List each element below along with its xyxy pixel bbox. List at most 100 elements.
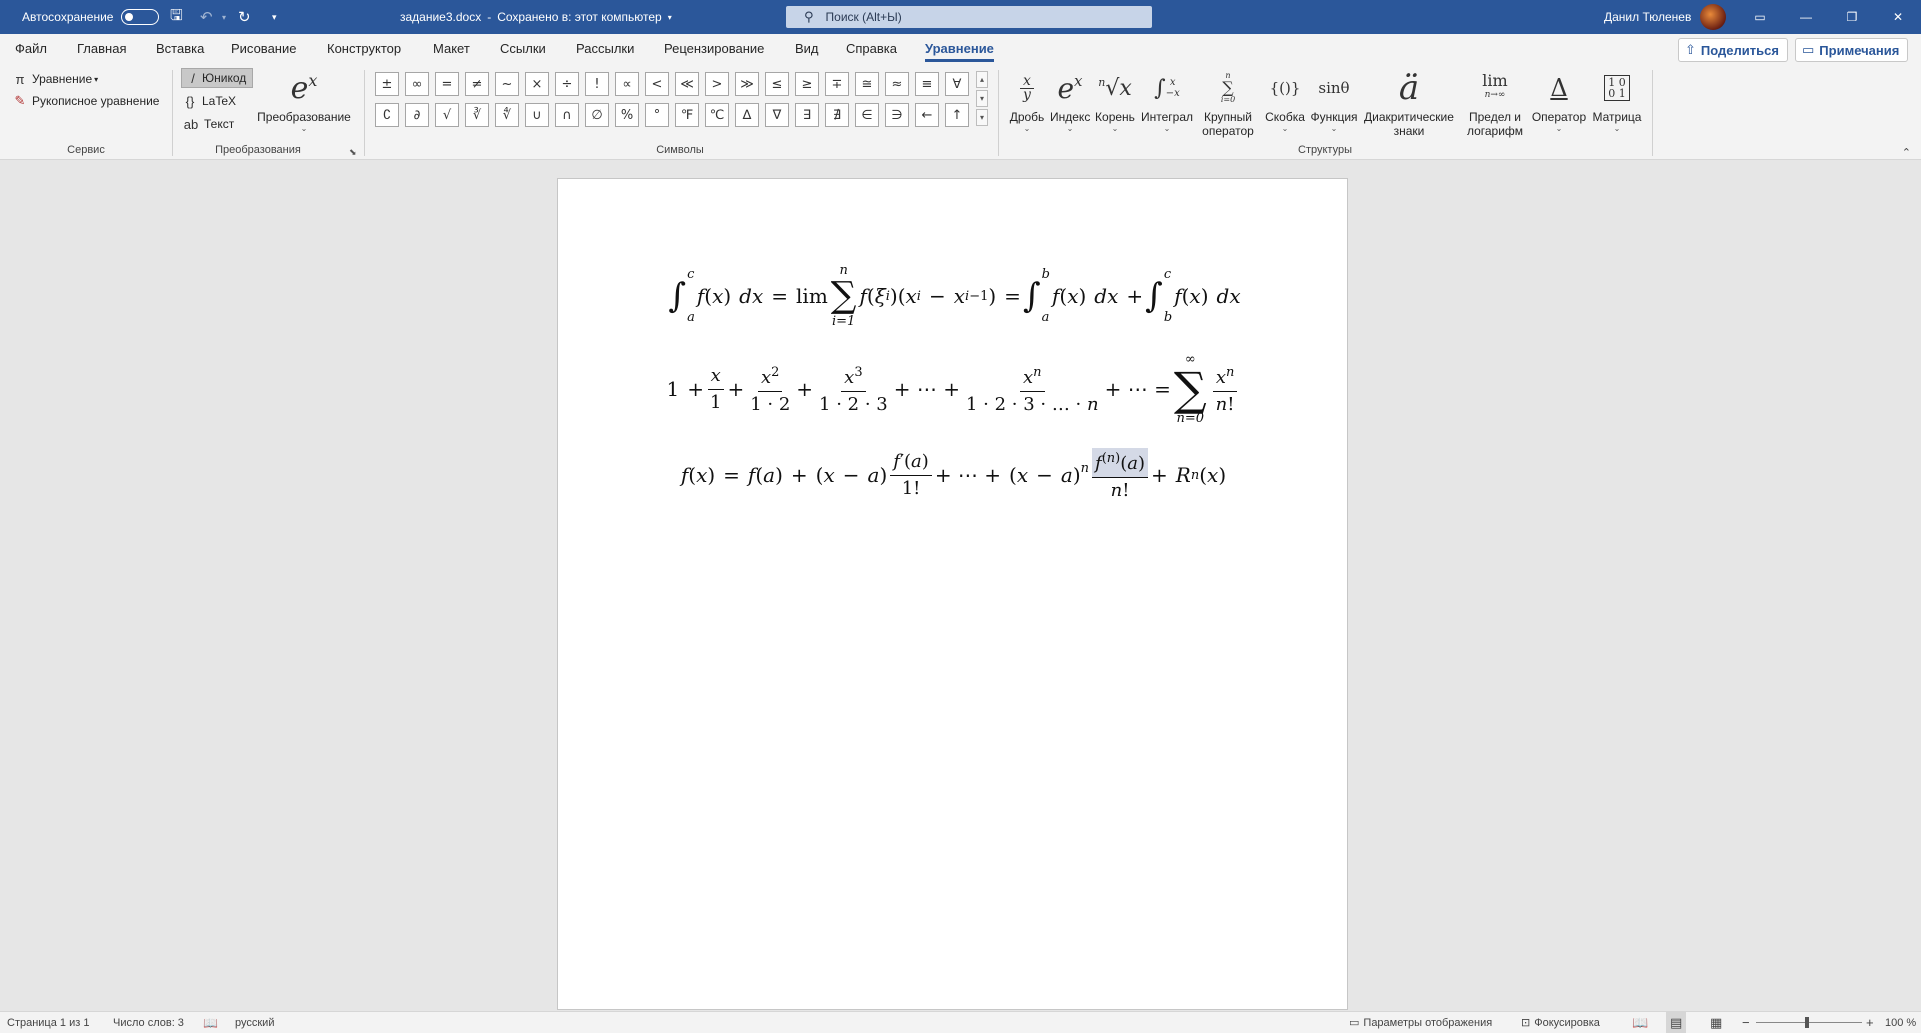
close-icon[interactable]: ✕ (1875, 0, 1921, 34)
print-layout-icon[interactable]: ▤ (1666, 1012, 1687, 1033)
symbol-button[interactable]: ∜ (495, 103, 519, 127)
dialog-launcher-icon[interactable]: ⬊ (349, 147, 357, 158)
latex-button[interactable]: {} LaTeX (182, 91, 236, 111)
symbol-button[interactable]: > (705, 72, 729, 96)
symbol-button[interactable]: ≫ (735, 72, 759, 96)
collapse-ribbon-icon[interactable]: ⌃ (1902, 146, 1911, 159)
word-count[interactable]: Число слов: 3 (113, 1012, 184, 1033)
symbol-button[interactable]: × (525, 72, 549, 96)
page-count[interactable]: Страница 1 из 1 (7, 1012, 89, 1033)
scroll-down-icon[interactable]: ▾ (976, 90, 988, 107)
web-layout-icon[interactable]: ▦ (1710, 1012, 1722, 1033)
symbol-button[interactable]: ≠ (465, 72, 489, 96)
ribbon-display-options-icon[interactable]: ▭ (1737, 0, 1783, 34)
minimize-icon[interactable]: — (1783, 0, 1829, 34)
symbol-button[interactable]: ∆ (735, 103, 759, 127)
operator-button[interactable]: Δ Оператор ⌄ (1530, 66, 1588, 134)
undo-icon[interactable]: ↶ (200, 0, 213, 34)
symbol-button[interactable]: √ (435, 103, 459, 127)
text-button[interactable]: ab Текст (182, 114, 234, 134)
symbol-button[interactable]: ∓ (825, 72, 849, 96)
symbol-button[interactable]: ± (375, 72, 399, 96)
tab-mailings[interactable]: Рассылки (576, 34, 634, 64)
symbol-button[interactable]: ∇ (765, 103, 789, 127)
symbol-button[interactable]: ∀ (945, 72, 969, 96)
search-input[interactable]: ⚲ Поиск (Alt+Ы) (786, 6, 1152, 28)
symbol-button[interactable]: ∝ (615, 72, 639, 96)
tab-layout[interactable]: Макет (433, 34, 470, 64)
symbol-button[interactable]: ↑ (945, 103, 969, 127)
autosave[interactable]: Автосохранение (22, 0, 160, 34)
matrix-button[interactable]: 1 00 1 Матрица ⌄ (1590, 66, 1644, 134)
symbol-button[interactable]: ∩ (555, 103, 579, 127)
tab-references[interactable]: Ссылки (500, 34, 546, 64)
tab-view[interactable]: Вид (795, 34, 819, 64)
zoom-level[interactable]: 100 % (1885, 1012, 1916, 1033)
symbol-button[interactable]: ≤ (765, 72, 789, 96)
ink-equation-button[interactable]: ✎ Рукописное уравнение (12, 91, 160, 111)
language[interactable]: русский (235, 1012, 274, 1033)
symbol-button[interactable]: ∅ (585, 103, 609, 127)
more-symbols-icon[interactable]: ▾ (976, 109, 988, 126)
symbol-button[interactable]: ∁ (375, 103, 399, 127)
symbol-button[interactable]: ∃ (795, 103, 819, 127)
fraction-button[interactable]: xy Дробь ⌄ (1004, 66, 1050, 134)
share-button[interactable]: ⇧ Поделиться (1678, 38, 1788, 62)
zoom-out-icon[interactable]: − (1742, 1012, 1750, 1033)
symbol-button[interactable]: ∋ (885, 103, 909, 127)
tab-home[interactable]: Главная (77, 34, 126, 64)
focus-button[interactable]: ⊡ Фокусировка (1521, 1012, 1600, 1033)
accent-button[interactable]: ä Диакритические знаки (1362, 66, 1456, 138)
symbol-button[interactable]: ! (585, 72, 609, 96)
customize-qat-icon[interactable]: ▾ (272, 0, 277, 34)
radical-button[interactable]: n √x Корень ⌄ (1093, 66, 1137, 134)
tab-file[interactable]: Файл (15, 34, 47, 64)
limit-log-button[interactable]: lim n→∞ Предел и логарифм (1456, 66, 1534, 139)
symbol-button[interactable]: ≅ (855, 72, 879, 96)
undo-dropdown-icon[interactable]: ▾ (222, 0, 226, 34)
user-name[interactable]: Данил Тюленев (1604, 0, 1691, 34)
symbol-button[interactable]: ∈ (855, 103, 879, 127)
tab-review[interactable]: Рецензирование (664, 34, 764, 64)
equation-exponential-series[interactable]: 1 + x 1 + x2 1 · 2 + x3 1 · 2 · 3 + ⋯ + xn 1 · 2… (558, 349, 1349, 429)
integral-button[interactable]: ∫ x −x Интеграл ⌄ (1138, 66, 1196, 134)
selected-term[interactable]: f(n)(a) (1092, 448, 1149, 478)
symbol-button[interactable]: ℃ (705, 103, 729, 127)
symbol-button[interactable]: < (645, 72, 669, 96)
symbol-button[interactable]: ℉ (675, 103, 699, 127)
function-button[interactable]: sinθ Функция ⌄ (1308, 66, 1360, 134)
redo-icon[interactable]: ↻ (238, 0, 251, 34)
read-mode-icon[interactable]: 📖 (1632, 1012, 1648, 1033)
equation-integral-sum[interactable]: ∫ c a f(x) dx = lim n ∑ i=1 f(ξ i)(x i − x i−1) = ∫ b a… (558, 259, 1349, 333)
autosave-toggle[interactable] (121, 9, 160, 25)
comments-button[interactable]: ▭ Примечания (1795, 38, 1909, 62)
symbol-button[interactable]: % (615, 103, 639, 127)
unicode-button[interactable]: / Юникод (181, 68, 254, 88)
symbol-button[interactable]: ∛ (465, 103, 489, 127)
restore-icon[interactable]: ❐ (1829, 0, 1875, 34)
symbol-button[interactable]: ← (915, 103, 939, 127)
tab-help[interactable]: Справка (846, 34, 897, 64)
avatar-wrap[interactable] (1700, 0, 1726, 34)
zoom-slider[interactable] (1756, 1022, 1862, 1023)
symbol-button[interactable]: ≥ (795, 72, 819, 96)
zoom-slider-thumb[interactable] (1805, 1017, 1809, 1028)
symbol-button[interactable]: ÷ (555, 72, 579, 96)
tab-equation[interactable]: Уравнение (925, 34, 994, 64)
zoom-in-icon[interactable]: + (1866, 1012, 1874, 1033)
avatar[interactable] (1700, 4, 1726, 30)
tab-insert[interactable]: Вставка (156, 34, 204, 64)
symbol-button[interactable]: ~ (495, 72, 519, 96)
bracket-button[interactable]: {()} Скобка ⌄ (1262, 66, 1308, 134)
symbol-button[interactable]: ≪ (675, 72, 699, 96)
tab-draw[interactable]: Рисование (231, 34, 296, 64)
scroll-up-icon[interactable]: ▴ (976, 71, 988, 88)
convert-button[interactable]: ex Преобразование ⌄ (256, 66, 352, 134)
large-operator-button[interactable]: n ∑ i=0 Крупный оператор (1196, 66, 1260, 138)
tab-design[interactable]: Конструктор (327, 34, 401, 64)
script-button[interactable]: ex Индекс ⌄ (1050, 66, 1090, 134)
equation-button[interactable]: π Уравнение ▾ (12, 69, 99, 89)
proofing-icon[interactable]: 📖 (203, 1012, 218, 1033)
symbol-button[interactable]: ≡ (915, 72, 939, 96)
symbol-button[interactable]: = (435, 72, 459, 96)
